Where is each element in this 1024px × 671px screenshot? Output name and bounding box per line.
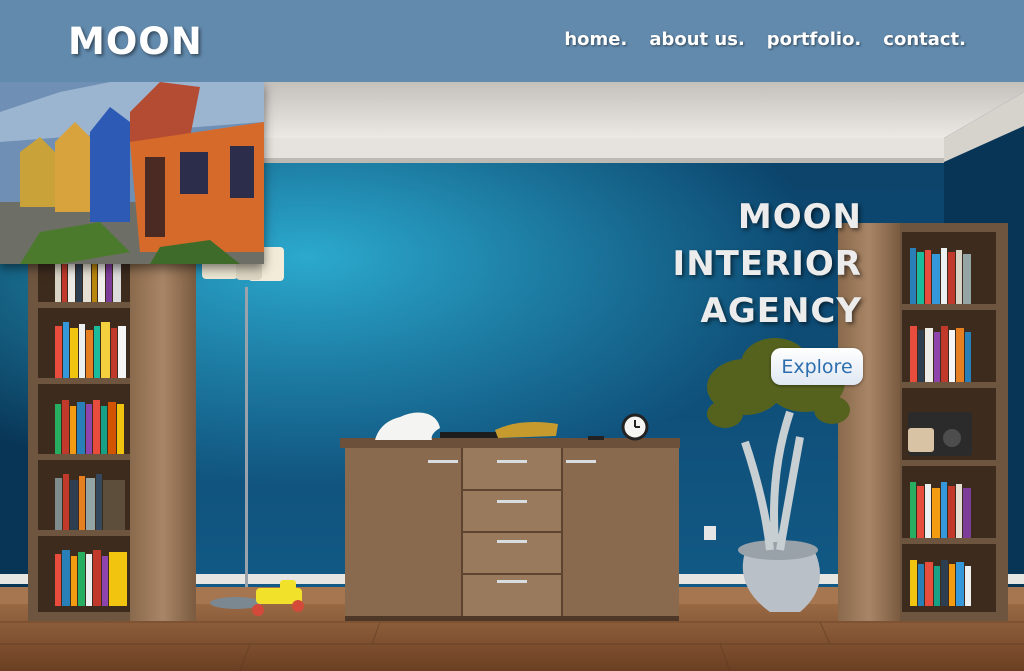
hero-background-image: MOON INTERIOR AGENCY Explore	[0, 82, 1024, 671]
hero-title: MOON INTERIOR AGENCY	[673, 194, 862, 335]
site-header: MOON home. about us. portfolio. contact.	[0, 0, 1024, 82]
nav-link-portfolio[interactable]: portfolio.	[767, 29, 861, 50]
site-logo[interactable]: MOON	[68, 20, 203, 63]
wall-painting	[0, 82, 264, 264]
nav-link-home[interactable]: home.	[564, 29, 627, 50]
hero-title-line-3: AGENCY	[700, 291, 862, 331]
explore-button[interactable]: Explore	[771, 348, 863, 385]
nav-link-contact[interactable]: contact.	[883, 29, 966, 50]
hero-title-line-1: MOON	[737, 197, 862, 237]
hero-title-line-2: INTERIOR	[672, 244, 862, 284]
main-nav: home. about us. portfolio. contact.	[564, 29, 966, 50]
nav-link-about-us[interactable]: about us.	[649, 29, 744, 50]
